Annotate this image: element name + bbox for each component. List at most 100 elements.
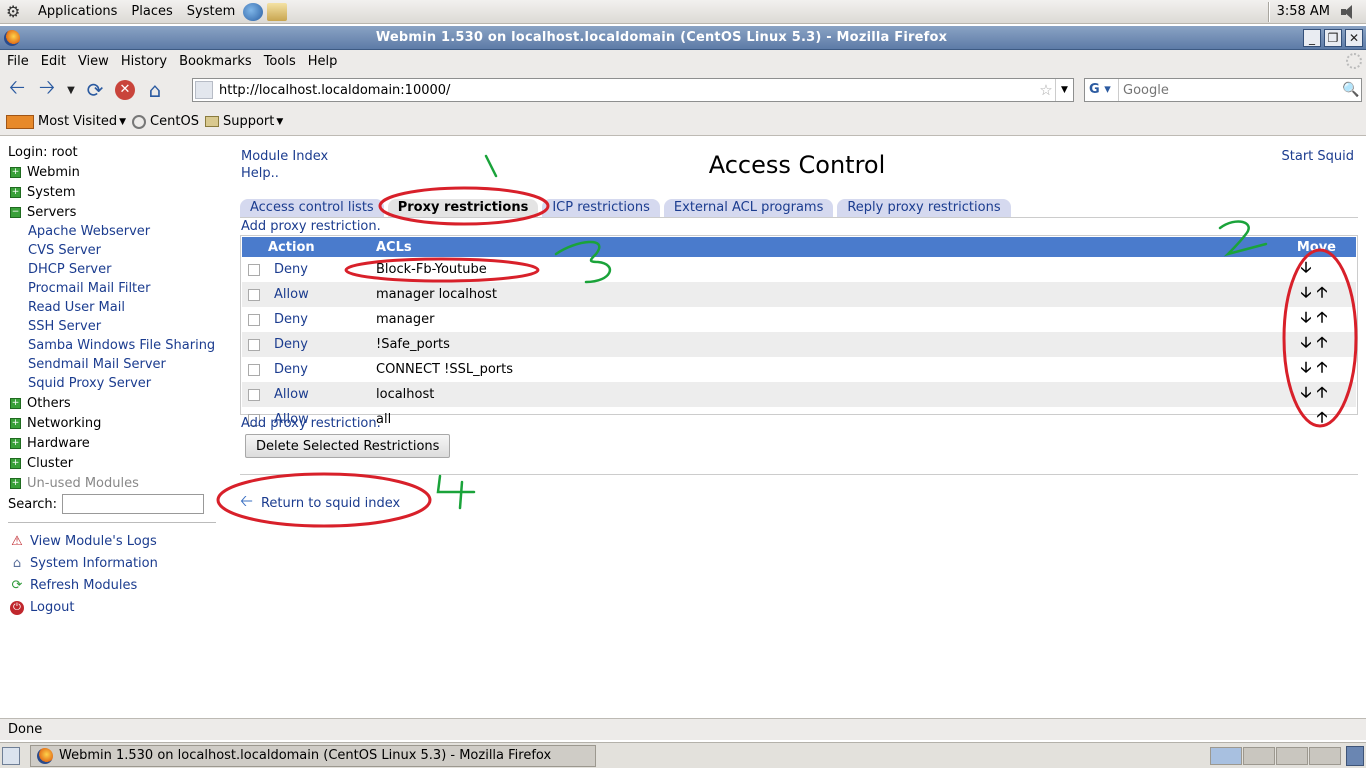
return-to-squid-index-link[interactable]: 🡠 Return to squid index: [240, 490, 400, 517]
bookmark-support[interactable]: Support ▼: [204, 114, 283, 129]
module-squid-proxy-server[interactable]: Squid Proxy Server: [28, 376, 151, 391]
move-down-arrow-icon[interactable]: 🡣: [1298, 332, 1314, 357]
search-engine-icon[interactable]: G ▾: [1085, 79, 1119, 101]
workspace-3[interactable]: [1276, 747, 1308, 765]
tab-external-acl-programs[interactable]: External ACL programs: [663, 199, 834, 217]
url-input[interactable]: [219, 80, 1037, 100]
url-history-dropdown-icon[interactable]: ▼: [1055, 79, 1073, 101]
menu-history[interactable]: History: [116, 54, 172, 69]
menu-bookmarks[interactable]: Bookmarks: [174, 54, 257, 69]
help-link[interactable]: Help..: [241, 166, 279, 181]
row-action-link[interactable]: Deny: [264, 257, 376, 282]
category-servers[interactable]: − Servers: [10, 205, 76, 220]
bookmark-star-icon[interactable]: ☆: [1037, 81, 1055, 99]
move-down-arrow-icon[interactable]: 🡣: [1298, 257, 1314, 282]
mail-launcher-icon[interactable]: [267, 2, 288, 21]
workspace-1[interactable]: [1210, 747, 1242, 765]
bookmark-most-visited[interactable]: Most Visited ▼: [6, 114, 126, 129]
module-read-user-mail[interactable]: Read User Mail: [28, 300, 125, 315]
firefox-icon[interactable]: [4, 29, 20, 46]
view-module-logs-link[interactable]: ⚠ View Module's Logs: [10, 534, 157, 549]
module-sendmail[interactable]: Sendmail Mail Server: [28, 357, 166, 372]
web-browser-launcher-icon[interactable]: [243, 2, 264, 21]
close-window-button[interactable]: ✕: [1345, 28, 1363, 47]
row-select-checkbox[interactable]: [248, 313, 260, 326]
logout-link[interactable]: ⏻ Logout: [10, 600, 75, 615]
forward-icon[interactable]: 🡢: [34, 75, 60, 103]
clock[interactable]: 3:58 AM: [1277, 4, 1330, 19]
move-down-arrow-icon[interactable]: 🡣: [1298, 357, 1314, 382]
system-menu[interactable]: System: [183, 4, 239, 19]
category-hardware[interactable]: + Hardware: [10, 436, 90, 451]
category-others[interactable]: + Others: [10, 396, 71, 411]
menu-edit[interactable]: Edit: [36, 54, 71, 69]
search-icon[interactable]: 🔍: [1341, 82, 1361, 98]
tab-proxy-restrictions[interactable]: Proxy restrictions: [387, 199, 539, 217]
workspace-2[interactable]: [1243, 747, 1275, 765]
move-up-arrow-icon[interactable]: 🡡: [1314, 382, 1330, 407]
move-down-arrow-icon[interactable]: 🡣: [1298, 382, 1314, 407]
move-up-arrow-icon[interactable]: 🡡: [1314, 332, 1330, 357]
show-desktop-icon[interactable]: [2, 746, 20, 765]
move-up-arrow-icon[interactable]: 🡡: [1314, 307, 1330, 332]
move-down-arrow-icon[interactable]: 🡣: [1298, 282, 1314, 307]
stop-icon[interactable]: ✕: [112, 77, 138, 103]
add-proxy-restriction-link-top[interactable]: Add proxy restriction.: [241, 219, 381, 234]
maximize-button[interactable]: ❐: [1324, 28, 1342, 47]
module-samba[interactable]: Samba Windows File Sharing: [28, 338, 215, 353]
reload-icon[interactable]: ⟳: [82, 77, 108, 103]
row-select-checkbox[interactable]: [248, 338, 260, 351]
row-action-link[interactable]: Deny: [264, 357, 376, 382]
minimize-button[interactable]: _: [1303, 28, 1321, 47]
history-dropdown-icon[interactable]: ▼: [64, 77, 78, 103]
category-unused-modules[interactable]: + Un-used Modules: [10, 476, 139, 491]
module-cvs-server[interactable]: CVS Server: [28, 243, 101, 258]
menu-view[interactable]: View: [73, 54, 114, 69]
tab-reply-proxy-restrictions[interactable]: Reply proxy restrictions: [837, 199, 1011, 217]
category-networking[interactable]: + Networking: [10, 416, 101, 431]
start-squid-link[interactable]: Start Squid: [1282, 149, 1355, 164]
search-input[interactable]: [1123, 82, 1341, 98]
menu-file[interactable]: File: [2, 54, 34, 69]
module-procmail-mail-filter[interactable]: Procmail Mail Filter: [28, 281, 151, 296]
trash-icon[interactable]: [1346, 746, 1364, 766]
menu-help[interactable]: Help: [303, 54, 343, 69]
delete-selected-restrictions-button[interactable]: Delete Selected Restrictions: [245, 434, 451, 458]
category-cluster[interactable]: + Cluster: [10, 456, 73, 471]
applications-menu[interactable]: Applications: [34, 4, 121, 19]
category-webmin[interactable]: + Webmin: [10, 165, 80, 180]
row-select-checkbox[interactable]: [248, 388, 260, 401]
row-action-link[interactable]: Deny: [264, 332, 376, 357]
row-action-link[interactable]: Deny: [264, 307, 376, 332]
home-icon[interactable]: ⌂: [142, 77, 168, 103]
move-down-arrow-icon[interactable]: 🡣: [1298, 307, 1314, 332]
move-up-arrow-icon[interactable]: 🡡: [1314, 282, 1330, 307]
system-information-link[interactable]: ⌂ System Information: [10, 556, 158, 571]
refresh-modules-link[interactable]: ⟳ Refresh Modules: [10, 578, 138, 593]
gnome-foot-icon[interactable]: ⚙: [6, 1, 28, 23]
row-select-checkbox[interactable]: [248, 263, 260, 276]
row-select-checkbox[interactable]: [248, 288, 260, 301]
module-dhcp-server[interactable]: DHCP Server: [28, 262, 111, 277]
back-icon[interactable]: 🡠: [4, 75, 30, 103]
add-proxy-restriction-link-bottom[interactable]: Add proxy restriction.: [241, 416, 381, 431]
row-action-link[interactable]: Allow: [264, 282, 376, 307]
workspace-4[interactable]: [1309, 747, 1341, 765]
module-ssh-server[interactable]: SSH Server: [28, 319, 101, 334]
module-search-input[interactable]: [62, 494, 204, 514]
volume-icon[interactable]: [1340, 4, 1356, 20]
move-up-arrow-icon[interactable]: 🡡: [1314, 357, 1330, 382]
bookmark-centos[interactable]: CentOS: [132, 114, 199, 129]
move-up-arrow-icon[interactable]: 🡡: [1314, 407, 1330, 432]
module-apache-webserver[interactable]: Apache Webserver: [28, 224, 150, 239]
places-menu[interactable]: Places: [127, 4, 176, 19]
module-index-link[interactable]: Module Index: [241, 149, 328, 164]
site-identity-icon[interactable]: [195, 81, 213, 99]
tab-icp-restrictions[interactable]: ICP restrictions: [542, 199, 660, 217]
row-action-link[interactable]: Allow: [264, 382, 376, 407]
menu-tools[interactable]: Tools: [259, 54, 301, 69]
row-select-checkbox[interactable]: [248, 363, 260, 376]
tab-access-control-lists[interactable]: Access control lists: [240, 199, 384, 217]
taskbar-firefox-window[interactable]: Webmin 1.530 on localhost.localdomain (C…: [30, 744, 596, 767]
category-system[interactable]: + System: [10, 185, 75, 200]
